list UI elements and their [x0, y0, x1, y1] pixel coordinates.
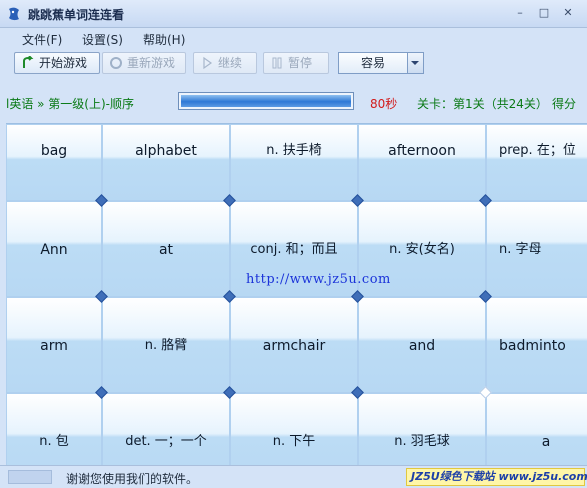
- lesson-label: l英语 » 第一级(上)-顺序: [6, 97, 134, 111]
- word-tile-text: n. 包: [39, 434, 69, 449]
- title-bar: 跳跳蕉单词连连看 – □ ✕: [0, 0, 587, 28]
- word-tile-text: n. 下午: [272, 434, 316, 449]
- word-tile-text: Ann: [40, 242, 68, 258]
- word-tile[interactable]: a: [486, 393, 587, 465]
- word-tile-text: bag: [40, 143, 68, 159]
- menu-help[interactable]: 帮助(H): [143, 31, 185, 48]
- play-icon: [203, 56, 213, 70]
- close-icon[interactable]: ✕: [560, 6, 576, 20]
- window-title: 跳跳蕉单词连连看: [28, 8, 125, 22]
- word-tile-text: badminto: [499, 338, 566, 354]
- word-tile-text: a: [541, 434, 551, 450]
- watermark-url: http://www.jz5u.com: [246, 272, 391, 287]
- word-tile-text: n. 字母: [499, 242, 542, 257]
- word-tile-text: alphabet: [135, 143, 197, 159]
- chevron-down-icon: [411, 61, 419, 65]
- word-tile[interactable]: n. 胳臂: [102, 297, 230, 393]
- game-status-line: l英语 » 第一级(上)-顺序 80秒 关卡：第1关（共24关） 得分: [0, 88, 587, 114]
- word-tile-text: n. 胳臂: [144, 338, 188, 353]
- status-message: 谢谢您使用我们的软件。: [66, 472, 199, 486]
- word-tile-text: afternoon: [388, 143, 456, 159]
- stage-label: 关卡：第1关（共24关）: [417, 97, 548, 111]
- word-tile-text: armchair: [262, 338, 326, 354]
- app-icon: [9, 7, 19, 21]
- start-game-label: 开始游戏: [39, 56, 88, 70]
- word-tile-text: at: [158, 242, 174, 258]
- word-tile[interactable]: n. 字母: [486, 201, 587, 297]
- toolbar: 开始游戏 重新游戏 继续 暂停: [0, 48, 587, 78]
- pause-button[interactable]: 暂停: [263, 52, 329, 74]
- restart-game-button[interactable]: 重新游戏: [102, 52, 186, 74]
- word-tile[interactable]: n. 包: [6, 393, 102, 465]
- word-tile[interactable]: armchair: [230, 297, 358, 393]
- word-tile[interactable]: Ann: [6, 201, 102, 297]
- minimize-icon[interactable]: –: [512, 6, 528, 20]
- word-tile[interactable]: and: [358, 297, 486, 393]
- word-tile[interactable]: det. 一；一个: [102, 393, 230, 465]
- menu-bar: 文件(F) 设置(S) 帮助(H): [0, 28, 587, 48]
- continue-label: 继续: [218, 56, 243, 70]
- word-tile[interactable]: n. 羽毛球: [358, 393, 486, 465]
- time-progress-bar: [178, 92, 354, 110]
- difficulty-select[interactable]: 容易: [338, 52, 408, 74]
- word-tile[interactable]: arm: [6, 297, 102, 393]
- word-tile[interactable]: badminto: [486, 297, 587, 393]
- word-tile-text: det. 一；一个: [125, 434, 207, 449]
- word-tile[interactable]: alphabet: [102, 124, 230, 201]
- menu-settings[interactable]: 设置(S): [82, 31, 123, 48]
- restart-game-label: 重新游戏: [127, 56, 176, 70]
- word-tile-text: n. 羽毛球: [394, 434, 450, 449]
- word-tile[interactable]: n. 扶手椅: [230, 124, 358, 201]
- time-progress-fill: [181, 95, 351, 107]
- start-icon: [23, 56, 34, 68]
- brand-banner[interactable]: JZ5U绿色下载站 www.jz5u.com: [406, 468, 587, 486]
- restart-icon: [110, 57, 122, 69]
- word-tile[interactable]: prep. 在；位: [486, 124, 587, 201]
- difficulty-dropdown-button[interactable]: [408, 52, 424, 74]
- word-tile[interactable]: afternoon: [358, 124, 486, 201]
- word-tile[interactable]: bag: [6, 124, 102, 201]
- continue-button[interactable]: 继续: [193, 52, 257, 74]
- word-tile-text: n. 扶手椅: [266, 143, 322, 158]
- start-game-button[interactable]: 开始游戏: [14, 52, 100, 74]
- word-tile[interactable]: n. 下午: [230, 393, 358, 465]
- word-tile-text: prep. 在；位: [499, 143, 576, 158]
- timer-label: 80秒: [370, 97, 398, 111]
- word-tile-text: arm: [40, 338, 68, 354]
- maximize-icon[interactable]: □: [536, 6, 552, 20]
- word-tile[interactable]: at: [102, 201, 230, 297]
- pause-icon: [272, 57, 282, 69]
- status-bar-panel: [8, 470, 52, 484]
- score-label: 得分: [552, 97, 577, 111]
- pause-label: 暂停: [288, 56, 313, 70]
- word-tile-text: and: [408, 338, 436, 354]
- menu-file[interactable]: 文件(F): [22, 31, 62, 48]
- game-board: bag alphabet n. 扶手椅 afternoon prep. 在；位 Ann at…: [6, 123, 587, 465]
- status-bar: 谢谢您使用我们的软件。 JZ5U绿色下载站 www.jz5u.com: [0, 465, 587, 488]
